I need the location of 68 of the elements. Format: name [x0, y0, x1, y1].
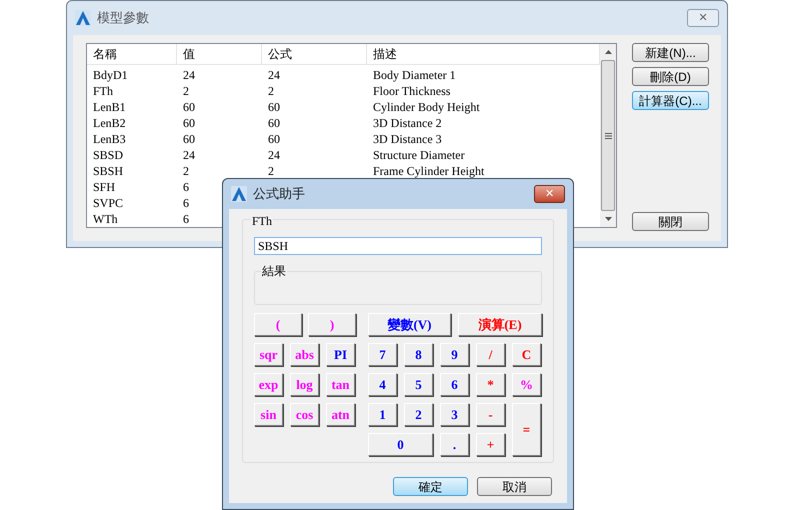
column-header[interactable]: 描述 — [367, 45, 403, 63]
table-cell: 6 — [183, 196, 189, 210]
calculator-key[interactable]: 2 — [404, 403, 433, 426]
close-button[interactable]: ✕ — [687, 9, 719, 27]
column-header[interactable]: 名稱 — [87, 45, 123, 63]
table-cell: 24 — [183, 68, 195, 82]
table-cell: SBSD — [93, 148, 124, 162]
table-cell: Cylinder Body Height — [373, 100, 480, 114]
table-cell: 2 — [268, 164, 274, 178]
calculator-key[interactable]: 變數(V) — [368, 313, 451, 336]
table-cell: Body Diameter 1 — [373, 68, 456, 82]
table-cell: 24 — [268, 68, 280, 82]
table-cell: LenB3 — [93, 132, 126, 146]
scroll-thumb[interactable] — [601, 60, 615, 211]
table-cell: 24 — [268, 148, 280, 162]
table-cell: LenB2 — [93, 116, 126, 130]
logo-icon — [231, 186, 247, 202]
table-cell: 3D Distance 2 — [373, 116, 442, 130]
scroll-down-icon[interactable] — [604, 217, 612, 221]
table-cell: 2 — [183, 84, 189, 98]
scrollbar[interactable] — [600, 44, 616, 227]
table-cell: 60 — [183, 116, 195, 130]
calculator-key[interactable]: 5 — [404, 373, 433, 396]
table-cell: 2 — [268, 84, 274, 98]
dialog-button[interactable]: 計算器(C)... — [632, 91, 709, 110]
table-cell: 60 — [268, 132, 280, 146]
calculator-key[interactable]: 7 — [368, 343, 397, 366]
table-cell: WTh — [93, 212, 118, 226]
grip-icon — [604, 132, 612, 138]
table-cell: LenB1 — [93, 100, 126, 114]
table-cell: 24 — [183, 148, 195, 162]
logo-icon — [75, 10, 91, 26]
calculator-key[interactable]: . — [440, 433, 469, 456]
table-cell: Structure Diameter — [373, 148, 465, 162]
column-header[interactable]: 值 — [177, 45, 201, 63]
table-cell: SFH — [93, 180, 116, 194]
calculator-key[interactable]: 0 — [368, 433, 433, 456]
window-title: 公式助手 — [253, 185, 305, 204]
dialog-button[interactable]: 關閉 — [632, 212, 709, 231]
table-cell: 6 — [183, 212, 189, 226]
calculator-key[interactable]: 4 — [368, 373, 397, 396]
table-cell: 60 — [268, 116, 280, 130]
calculator-key[interactable]: PI — [326, 343, 355, 366]
calculator-key[interactable]: 6 — [440, 373, 469, 396]
calculator-key[interactable]: 8 — [404, 343, 433, 366]
table-cell: SBSH — [93, 164, 124, 178]
calculator-key[interactable]: 9 — [440, 343, 469, 366]
table-cell: 60 — [183, 132, 195, 146]
dialog-button[interactable]: 確定 — [393, 477, 468, 496]
dialog-button[interactable]: 刪除(D) — [632, 67, 709, 86]
table-cell: 2 — [183, 164, 189, 178]
scroll-up-icon[interactable] — [604, 50, 612, 54]
table-cell: 60 — [183, 100, 195, 114]
input-field[interactable]: SBSH — [254, 237, 542, 255]
table-cell: Frame Cylinder Height — [373, 164, 484, 178]
table-cell: Floor Thickness — [373, 84, 450, 98]
window-title: 模型參數 — [97, 9, 149, 28]
column-header[interactable]: 公式 — [262, 45, 298, 63]
table-cell: BdyD1 — [93, 68, 128, 82]
table-cell: 3D Distance 3 — [373, 132, 442, 146]
table-cell: 6 — [183, 180, 189, 194]
dialog-button[interactable]: 取消 — [477, 477, 552, 496]
table-cell: SVPC — [93, 196, 124, 210]
dialog-button[interactable]: 新建(N)... — [632, 43, 709, 62]
table-cell: FTh — [93, 84, 114, 98]
table-cell: 60 — [268, 100, 280, 114]
calculator-key[interactable]: 3 — [440, 403, 469, 426]
calculator-key[interactable]: 1 — [368, 403, 397, 426]
